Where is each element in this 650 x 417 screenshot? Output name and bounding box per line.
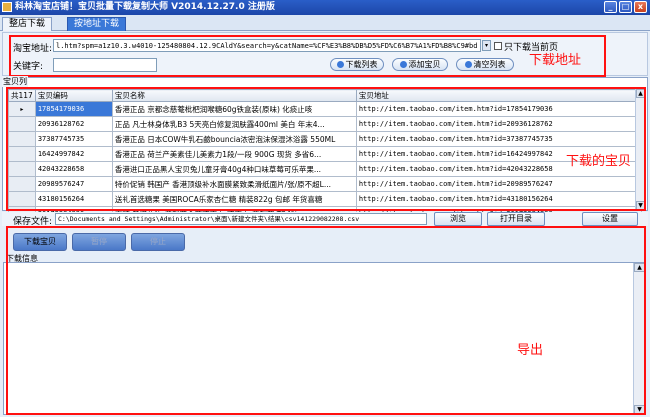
- close-button[interactable]: x: [634, 1, 647, 13]
- settings-button[interactable]: 设置: [582, 212, 638, 226]
- minimize-button[interactable]: _: [604, 1, 617, 13]
- maximize-button[interactable]: □: [619, 1, 632, 13]
- url-highlight-box: [9, 35, 606, 77]
- tab-url-download[interactable]: 按地址下载: [67, 17, 127, 31]
- grid-annotation: 下载的宝贝: [566, 154, 632, 169]
- browse-button[interactable]: 浏览: [434, 212, 482, 226]
- window-title: 科林淘宝店铺！宝贝批量下载复制大师 V2014.12.27.0 注册版: [15, 2, 275, 12]
- tab-strip: 整店下载 按地址下载: [0, 15, 650, 31]
- url-annotation: 下载地址: [529, 53, 582, 68]
- grid-caption: 宝贝列: [2, 76, 28, 87]
- app-icon: [2, 2, 12, 12]
- export-annotation: 导出: [517, 343, 544, 358]
- tab-shop-download[interactable]: 整店下载: [2, 17, 53, 31]
- open-dir-button[interactable]: 打开目录: [487, 212, 545, 226]
- save-path-input[interactable]: C:\Documents and Settings\Administrator\…: [55, 213, 427, 225]
- title-bar: 科林淘宝店铺！宝贝批量下载复制大师 V2014.12.27.0 注册版 _ □ …: [0, 0, 650, 15]
- grid-highlight-box: [6, 87, 646, 211]
- export-highlight-box: [6, 226, 646, 415]
